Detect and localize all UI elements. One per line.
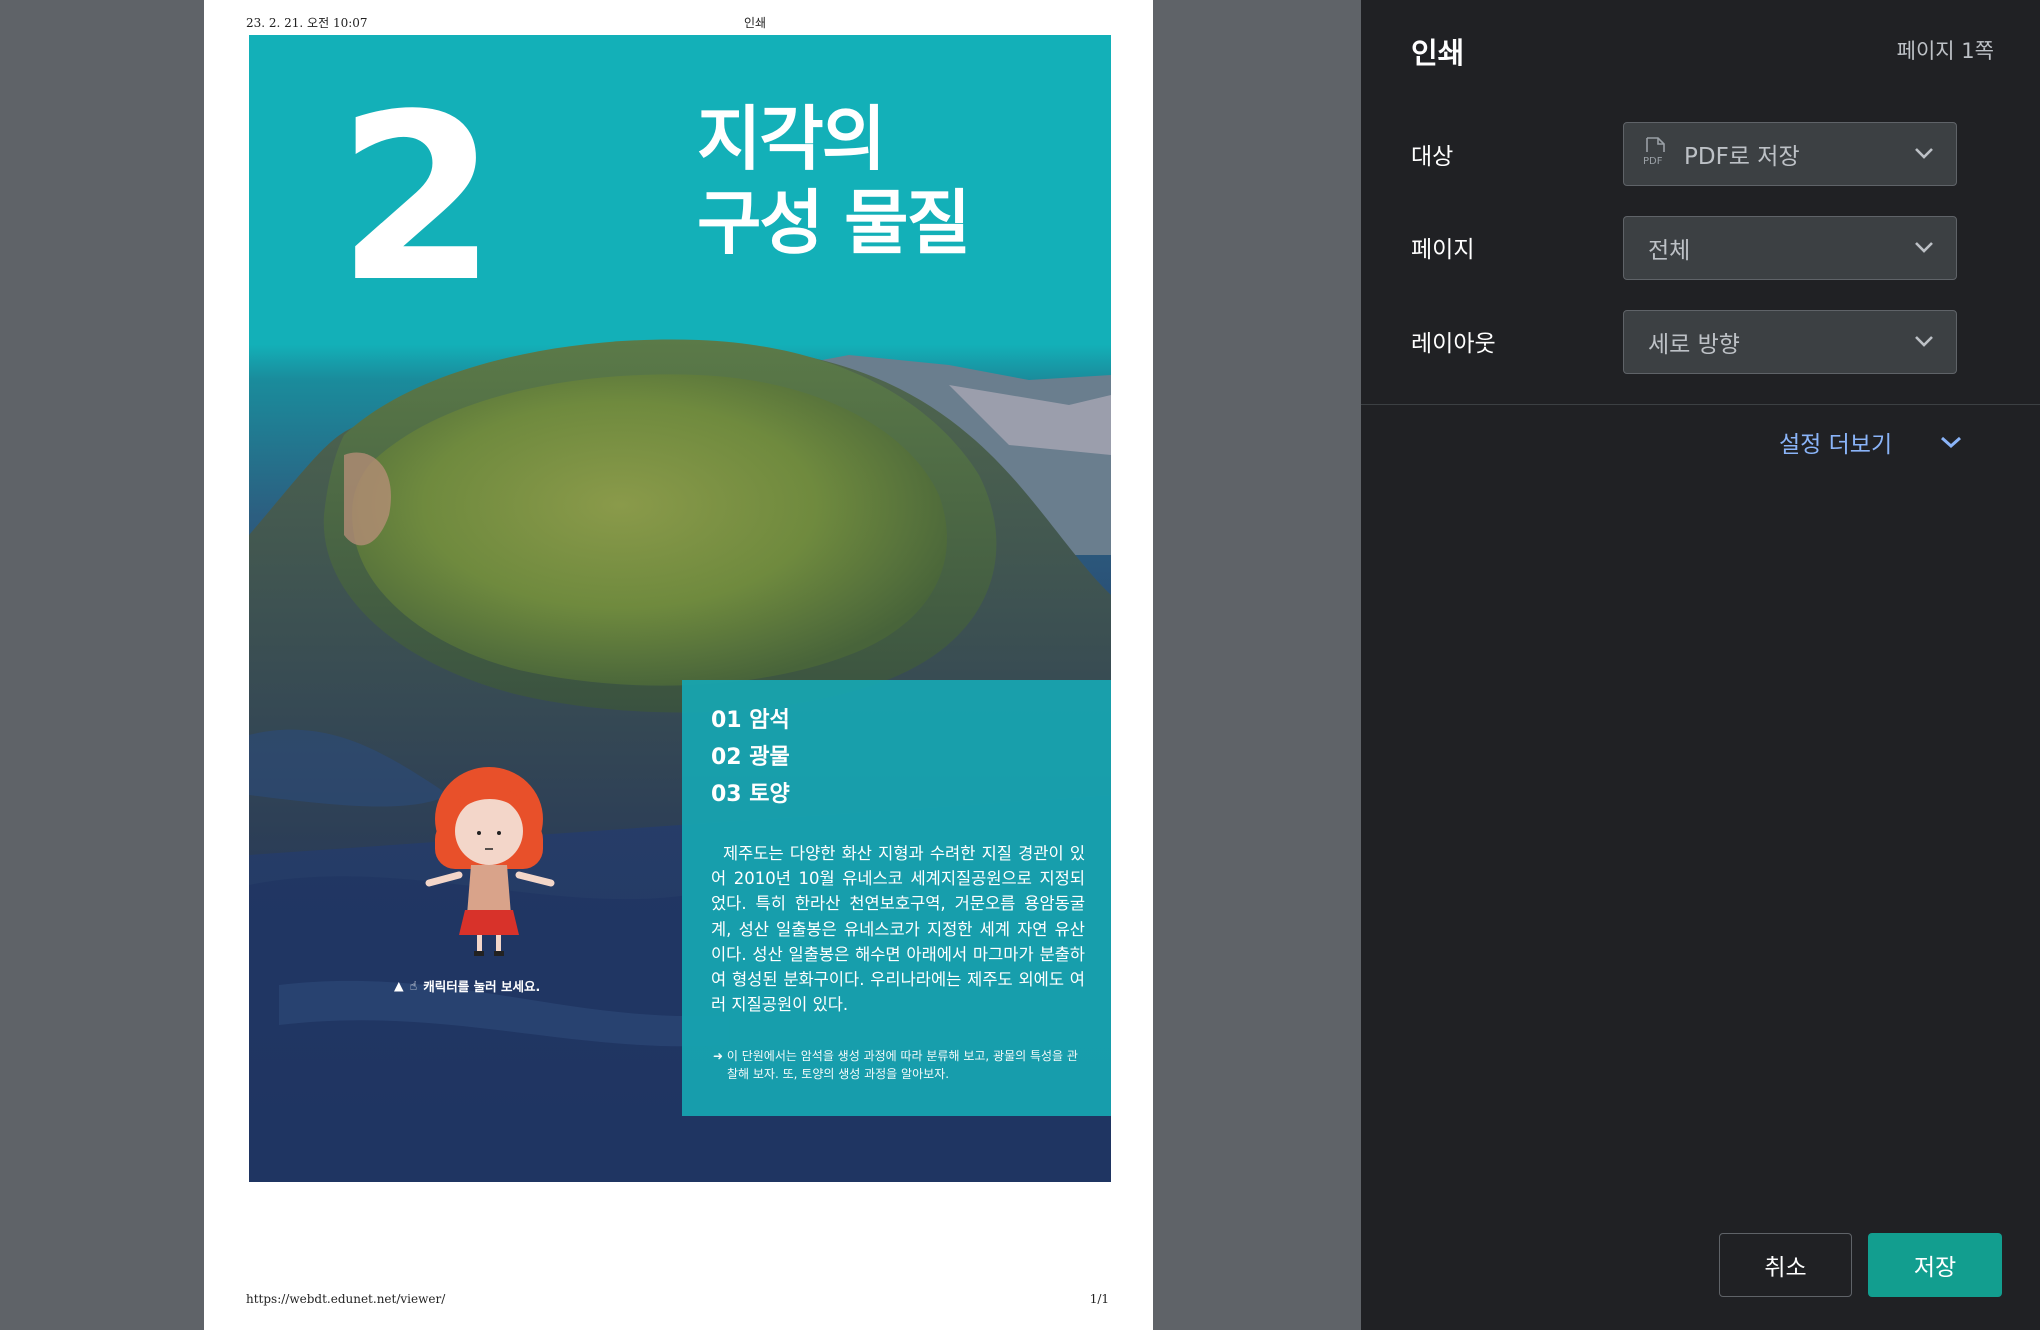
chapter-title-line2: 구성 물질 <box>697 182 971 264</box>
pages-select[interactable]: 전체 <box>1623 216 1957 280</box>
layout-select[interactable]: 세로 방향 <box>1623 310 1957 374</box>
preview-page: 23. 2. 21. 오전 10:07 인쇄 2 지각의 구성 물질 ▲ ☝ 캐… <box>204 0 1153 1330</box>
cancel-button[interactable]: 취소 <box>1719 1233 1852 1297</box>
pdf-file-icon: PDF <box>1642 136 1668 172</box>
character-illustration[interactable] <box>419 765 569 969</box>
chevron-down-icon <box>1941 436 1962 449</box>
page-header-date: 23. 2. 21. 오전 10:07 <box>246 16 368 30</box>
more-settings-toggle[interactable]: 설정 더보기 <box>1779 425 1962 459</box>
destination-label: 대상 <box>1411 144 1454 170</box>
character-caption-text: 캐릭터를 눌러 보세요. <box>423 979 541 994</box>
pointer-hand-icon: ☝ <box>409 978 418 993</box>
svg-text:PDF: PDF <box>1643 156 1663 166</box>
destination-select[interactable]: PDF PDF로 저장 <box>1623 122 1957 186</box>
chapter-title-line1: 지각의 <box>697 98 886 180</box>
panel-title: 인쇄 <box>1411 36 1465 70</box>
toc-item-mineral: 02 광물 <box>711 745 790 770</box>
cover-image: 2 지각의 구성 물질 ▲ ☝ 캐릭터를 눌러 보세요. 01 암석 02 광물… <box>249 35 1111 1182</box>
toc-item-soil: 03 토양 <box>711 782 790 807</box>
chapter-intro-text: 제주도는 다양한 화산 지형과 수려한 지질 경관이 있어 2010년 10월 … <box>711 844 1085 1015</box>
pages-value: 전체 <box>1648 238 1691 264</box>
chevron-down-icon <box>1915 336 1933 347</box>
print-preview-area: 23. 2. 21. 오전 10:07 인쇄 2 지각의 구성 물질 ▲ ☝ 캐… <box>0 0 1361 1330</box>
print-settings-panel: 인쇄 페이지 1쪽 대상 PDF PDF로 저장 페이지 전체 레이아웃 세로 … <box>1361 0 2040 1330</box>
girl-character-icon <box>425 767 555 956</box>
page-footer-url: https://webdt.edunet.net/viewer/ <box>246 1292 446 1306</box>
save-button[interactable]: 저장 <box>1868 1233 2002 1297</box>
page-header-title: 인쇄 <box>744 16 767 30</box>
chevron-down-icon <box>1915 242 1933 253</box>
pages-label: 페이지 <box>1411 237 1475 263</box>
destination-value: PDF로 저장 <box>1684 144 1800 170</box>
chevron-down-icon <box>1915 148 1933 159</box>
more-settings-label: 설정 더보기 <box>1779 432 1893 458</box>
page-footer-page-number: 1/1 <box>1089 1292 1109 1306</box>
page-count: 페이지 1쪽 <box>1896 39 1994 63</box>
panel-divider <box>1361 404 2040 405</box>
chapter-number: 2 <box>337 66 497 333</box>
chapter-info-box: 01 암석 02 광물 03 토양 제주도는 다양한 화산 지형과 수려한 지질… <box>682 680 1111 1116</box>
triangle-up-icon: ▲ <box>394 978 404 993</box>
character-caption: ▲ ☝ 캐릭터를 눌러 보세요. <box>394 976 540 995</box>
layout-value: 세로 방향 <box>1648 332 1740 358</box>
chapter-note-text: ➜ 이 단원에서는 암석을 생성 과정에 따라 분류해 보고, 광물의 특성을 … <box>713 1049 1078 1082</box>
toc-item-rock: 01 암석 <box>711 708 790 733</box>
layout-label: 레이아웃 <box>1411 331 1496 357</box>
chapter-title: 지각의 구성 물질 <box>697 97 971 265</box>
